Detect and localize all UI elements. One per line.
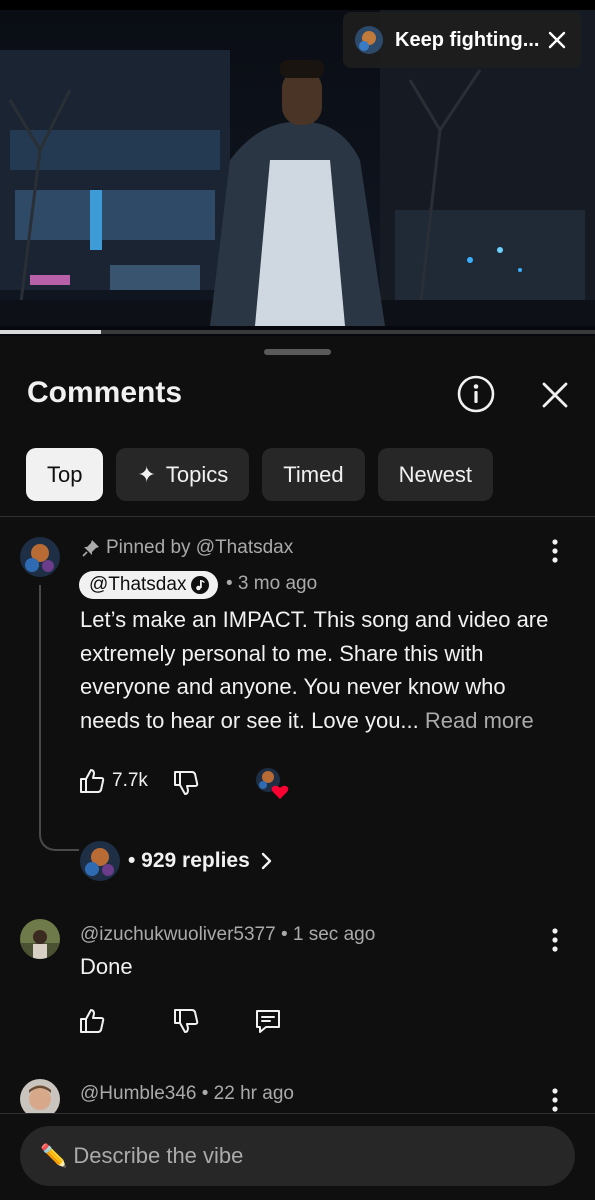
comment-input[interactable] [73,1143,555,1169]
sort-chips: Top ✦ Topics Timed Newest [26,448,493,501]
avatar[interactable] [20,919,60,959]
chevron-right-icon [261,852,271,870]
thread-line [39,585,79,851]
comment-meta: @izuchukwuoliver5377 • 1 sec ago [80,924,376,945]
reply-avatar [80,841,120,881]
sheet-title: Comments [27,376,183,409]
comment-input-box[interactable]: ✏️ [20,1126,575,1186]
comment-input-bar: ✏️ [0,1113,595,1200]
creator-heart [254,766,290,802]
divider [0,516,595,517]
thumbs-up-icon [80,1009,105,1033]
author-chip[interactable]: @Thatsdax [79,571,219,599]
sparkle-icon: ✦ [137,461,156,487]
like-count: 7.7k [112,770,148,791]
chip-newest[interactable]: Newest [377,448,493,501]
read-more-link[interactable]: Read more [425,708,534,733]
like-button[interactable]: 7.7k [78,766,148,796]
chip-top[interactable]: Top [26,448,104,501]
video-player[interactable]: Keep fighting... [0,0,595,336]
comment-body: Done [80,954,133,979]
pinned-label: Pinned by @Thatsdax [82,537,293,559]
thumbs-up-icon [80,769,105,793]
chip-label: Newest [398,461,472,487]
close-icon[interactable] [538,378,572,412]
pencil-icon: ✏️ [40,1143,68,1168]
info-icon[interactable] [456,374,496,414]
comment-meta: @Humble346 • 22 hr ago [80,1083,294,1104]
chip-timed[interactable]: Timed [262,448,365,501]
reply-count: • 929 replies [128,849,250,872]
chip-topics[interactable]: ✦ Topics [116,448,250,501]
pin-icon [82,540,99,557]
close-icon[interactable] [545,28,569,52]
chip-label: Topics [165,461,229,487]
video-progress-bar[interactable] [0,330,595,334]
music-note-badge-icon [191,576,210,594]
now-playing-title: Keep fighting... [395,28,540,51]
more-options-icon[interactable] [545,537,565,565]
more-options-icon[interactable] [545,1086,565,1114]
channel-thumbnail [355,26,383,54]
thumbs-down-icon [174,771,199,795]
dislike-button[interactable] [172,768,200,798]
like-button[interactable] [78,1006,106,1036]
replies-button[interactable]: • 929 replies [80,841,276,881]
comment-time: • 3 mo ago [226,573,318,594]
reply-comment-icon [256,1010,280,1033]
video-progress-fill [0,330,102,334]
now-playing-chip[interactable]: Keep fighting... [343,12,581,68]
dislike-button[interactable] [172,1006,200,1036]
status-strip [0,0,595,10]
chip-label: Top [47,461,83,487]
avatar[interactable] [20,537,60,577]
chip-label: Timed [283,461,344,487]
pinned-text: Pinned by @Thatsdax [106,537,294,558]
drag-handle[interactable] [264,349,331,355]
thumbs-down-icon [174,1009,199,1033]
author-name: @Thatsdax [89,574,187,595]
comments-sheet: Comments Top ✦ Topics Timed Newest Pinne… [0,336,595,1200]
reply-button[interactable] [254,1006,282,1036]
comment-body: Let’s make an IMPACT. This song and vide… [80,603,560,737]
